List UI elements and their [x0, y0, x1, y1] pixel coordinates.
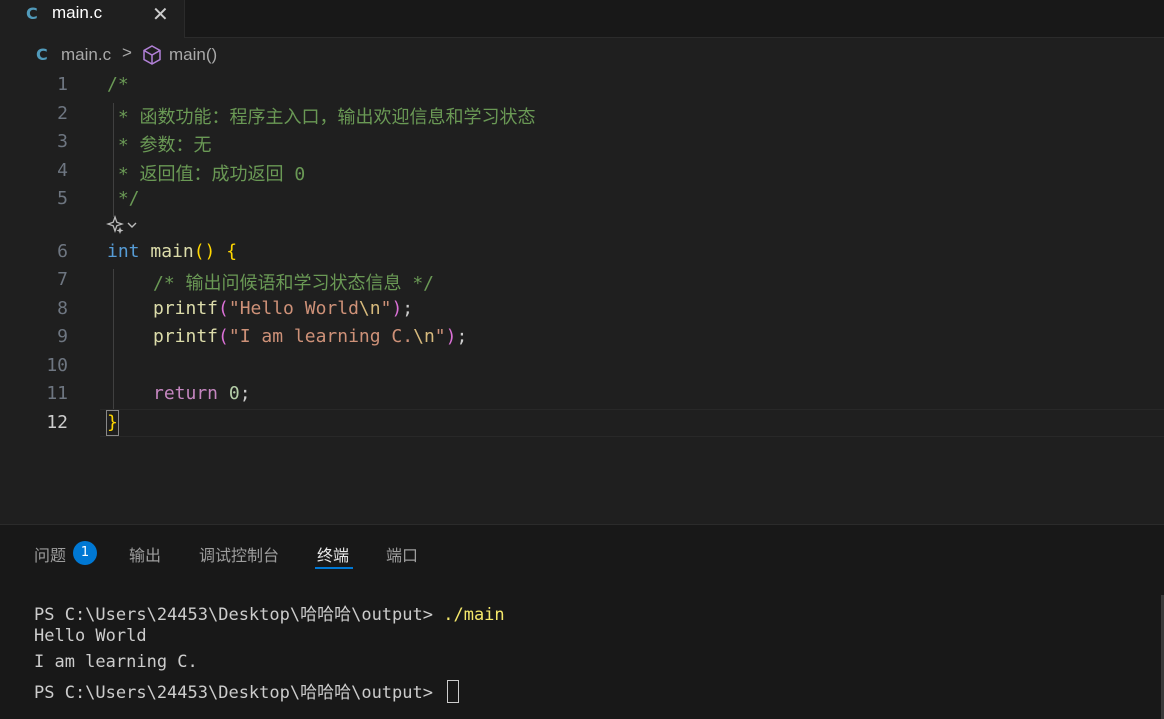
- code-line-7: /* 输出问候语和学习状态信息 */: [153, 273, 435, 294]
- semicolon: ;: [456, 326, 468, 347]
- chevron-right-icon: >: [122, 43, 132, 62]
- code-line-2: * 函数功能：程序主入口，输出欢迎信息和学习状态: [107, 107, 536, 128]
- terminal-prompt: PS C:\Users\24453\Desktop\哈哈哈\output>: [34, 683, 444, 703]
- line-number: 4: [57, 160, 68, 181]
- terminal-output: I am learning C.: [34, 652, 198, 672]
- escape-sequence: \n: [413, 326, 435, 347]
- line-number: 3: [57, 131, 68, 152]
- code-editor[interactable]: 1 2 3 4 5 6 7 8 9 10 11 12 /* * 函数功能：程序主…: [0, 70, 1164, 524]
- indent-guide: [113, 269, 114, 409]
- active-tab-indicator: [315, 567, 353, 569]
- c-language-icon: C: [36, 45, 48, 64]
- code-line-3: * 参数：无: [107, 135, 212, 156]
- code-line-6: int main() {: [107, 241, 237, 262]
- cube-icon: [143, 45, 161, 65]
- string-literal-end: ": [434, 326, 446, 347]
- terminal-prompt: PS C:\Users\24453\Desktop\哈哈哈\output>: [34, 605, 444, 625]
- function-main: main: [150, 241, 194, 262]
- paren: (): [193, 241, 216, 262]
- terminal-line[interactable]: PS C:\Users\24453\Desktop\哈哈哈\output> ./…: [34, 600, 505, 625]
- line-number: 8: [57, 298, 68, 319]
- tab-output[interactable]: 输出: [129, 542, 161, 566]
- vscode-window: C main.c ✕ C main.c > main() 1 2 3 4 5 6…: [0, 0, 1164, 719]
- string-literal: "Hello World: [228, 298, 359, 319]
- semicolon: ;: [402, 298, 414, 319]
- string-literal: "I am learning C.: [228, 326, 414, 347]
- function-printf: printf: [153, 298, 219, 319]
- code-line-4: * 返回值：成功返回 0: [107, 164, 306, 185]
- line-number: 7: [57, 269, 68, 290]
- code-line-9: printf("I am learning C.\n");: [153, 326, 467, 347]
- c-language-icon: C: [26, 4, 38, 23]
- tab-ports[interactable]: 端口: [386, 542, 418, 566]
- terminal-output: Hello World: [34, 626, 147, 646]
- tab-terminal[interactable]: 终端: [317, 542, 349, 566]
- terminal-command: ./main: [443, 605, 505, 625]
- close-icon[interactable]: ✕: [152, 2, 169, 26]
- breadcrumb: C main.c > main(): [0, 40, 1164, 70]
- paren: (: [218, 298, 229, 319]
- keyword-return: return: [153, 383, 219, 404]
- code-line-5: */: [107, 188, 140, 209]
- current-line-highlight: [100, 409, 1164, 437]
- copilot-sparkle-icon[interactable]: [106, 215, 140, 235]
- paren: ): [445, 326, 457, 347]
- tab-label: main.c: [52, 3, 103, 22]
- terminal-cursor: [447, 680, 460, 703]
- code-line-1: /*: [107, 74, 129, 95]
- terminal-line[interactable]: PS C:\Users\24453\Desktop\哈哈哈\output>: [34, 678, 460, 703]
- function-printf: printf: [153, 326, 219, 347]
- tab-main-c[interactable]: C main.c ✕: [0, 0, 185, 38]
- line-number: 6: [57, 241, 68, 262]
- code-line-11: return 0;: [153, 383, 251, 404]
- open-brace: {: [226, 241, 238, 262]
- line-number: 11: [46, 383, 68, 404]
- line-number: 10: [46, 355, 68, 376]
- tab-problems[interactable]: 问题: [34, 542, 66, 566]
- line-number: 9: [57, 326, 68, 347]
- keyword-int: int: [107, 241, 140, 262]
- string-literal-end: ": [380, 298, 392, 319]
- problems-count-badge: 1: [73, 541, 97, 565]
- number-literal: 0: [228, 383, 240, 404]
- line-number-active: 12: [46, 412, 68, 433]
- breadcrumb-file[interactable]: main.c: [61, 45, 111, 65]
- line-number: 2: [57, 103, 68, 124]
- paren: ): [391, 298, 403, 319]
- bottom-panel: 问题 1 输出 调试控制台 终端 端口 PS C:\Users\24453\De…: [0, 524, 1164, 719]
- breadcrumb-symbol[interactable]: main(): [169, 45, 217, 65]
- paren: (: [218, 326, 229, 347]
- code-line-12: }: [107, 412, 118, 433]
- line-number: 1: [57, 74, 68, 95]
- semicolon: ;: [239, 383, 251, 404]
- line-number: 5: [57, 188, 68, 209]
- code-line-8: printf("Hello World\n");: [153, 298, 413, 319]
- tab-debug-console[interactable]: 调试控制台: [199, 542, 279, 566]
- escape-sequence: \n: [358, 298, 381, 319]
- editor-tab-bar: C main.c ✕: [0, 0, 1164, 38]
